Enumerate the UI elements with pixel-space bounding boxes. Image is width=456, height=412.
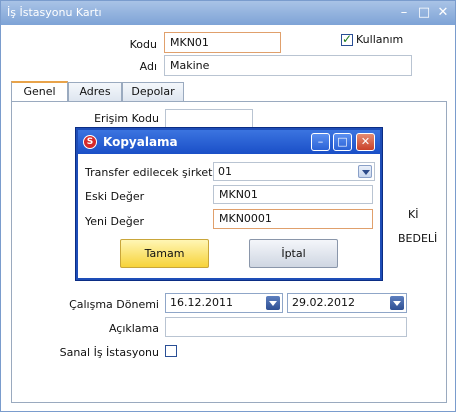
calisma-donemi-label: Çalışma Dönemi [69, 298, 159, 311]
eski-deger-label: Eski Değer [85, 190, 145, 203]
kullanim-label: Kullanım [356, 33, 404, 46]
check-icon: ✓ [342, 32, 353, 46]
chevron-down-icon[interactable] [390, 296, 404, 310]
maximize-icon[interactable]: □ [417, 6, 431, 20]
aciklama-input[interactable] [165, 317, 407, 337]
iptal-button[interactable]: İptal [249, 239, 338, 268]
kodu-input[interactable]: MKN01 [164, 32, 281, 53]
partial-label-bedeli: BEDELİ [398, 232, 438, 245]
yeni-deger-label: Yeni Değer [85, 215, 145, 228]
window: İş İstasyonu Kartı – □ ✕ Kodu MKN01 ✓ Ku… [0, 0, 456, 412]
tamam-button[interactable]: Tamam [120, 239, 209, 268]
aciklama-label: Açıklama [108, 322, 159, 335]
tab-genel[interactable]: Genel [11, 81, 68, 102]
kopyalama-dialog: S Kopyalama – □ ✕ Transfer edilecek şirk… [76, 128, 382, 280]
app-logo-icon: S [83, 135, 97, 149]
calisma-end-value: 29.02.2012 [292, 296, 355, 309]
yeni-deger-input[interactable]: MKN0001 [213, 209, 373, 229]
window-title: İş İstasyonu Kartı [7, 6, 102, 19]
sanal-checkbox[interactable] [165, 345, 177, 357]
partial-label-ki: Kİ [408, 208, 419, 221]
adi-label: Adı [139, 60, 157, 73]
transfer-value: 01 [218, 165, 232, 178]
erisim-kodu-label: Erişim Kodu [94, 112, 159, 125]
eski-deger-input[interactable]: MKN01 [213, 185, 373, 204]
title-bar: İş İstasyonu Kartı – □ ✕ [1, 1, 455, 25]
close-icon[interactable]: ✕ [356, 133, 375, 151]
transfer-company-select[interactable]: 01 [213, 162, 375, 181]
tab-depolar[interactable]: Depolar [122, 82, 184, 102]
minimize-icon[interactable]: – [397, 6, 411, 20]
minimize-icon[interactable]: – [311, 133, 330, 151]
dialog-title: Kopyalama [103, 135, 178, 149]
tab-adres[interactable]: Adres [68, 82, 122, 102]
dialog-title-bar: S Kopyalama – □ ✕ [78, 130, 380, 154]
maximize-icon[interactable]: □ [333, 133, 352, 151]
calisma-start-value: 16.12.2011 [170, 296, 233, 309]
close-icon[interactable]: ✕ [436, 6, 450, 20]
sanal-label: Sanal İş İstasyonu [59, 346, 159, 359]
calisma-end-date[interactable]: 29.02.2012 [287, 293, 407, 313]
kullanim-checkbox[interactable]: ✓ [341, 32, 353, 46]
transfer-label: Transfer edilecek şirket: [85, 166, 217, 179]
erisim-kodu-input[interactable] [165, 109, 253, 129]
chevron-down-icon[interactable] [358, 165, 372, 178]
kodu-label: Kodu [129, 38, 157, 51]
chevron-down-icon[interactable] [266, 296, 280, 310]
calisma-start-date[interactable]: 16.12.2011 [165, 293, 283, 313]
adi-input[interactable]: Makine [164, 55, 412, 76]
